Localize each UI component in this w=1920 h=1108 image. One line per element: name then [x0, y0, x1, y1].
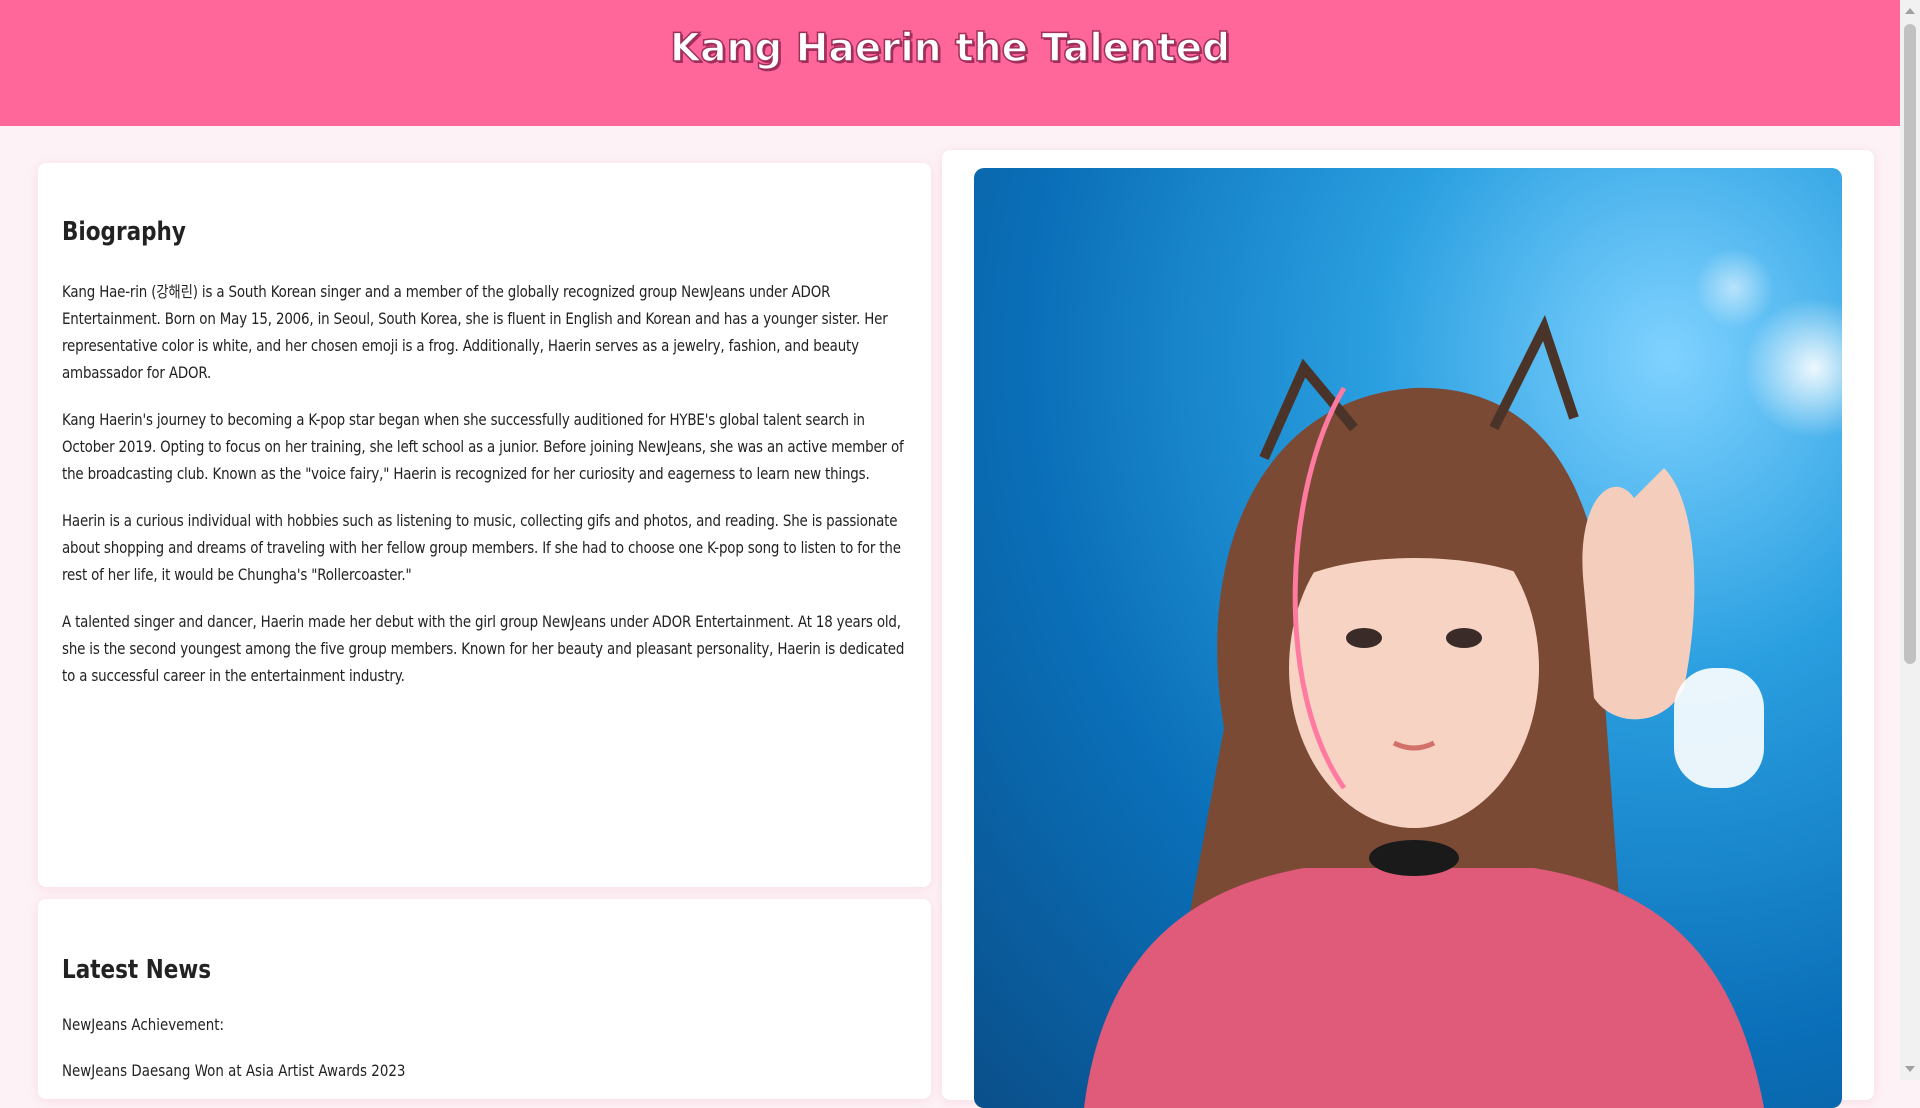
photo-image-icon	[1084, 248, 1842, 1108]
profile-photo	[974, 168, 1842, 1108]
latest-news-heading: Latest News	[62, 955, 212, 985]
fur-cuff	[1674, 668, 1764, 788]
biography-paragraph: Kang Hae-rin (강해린) is a South Korean sin…	[62, 283, 888, 382]
biography-paragraph: Haerin is a curious individual with hobb…	[62, 512, 901, 584]
biography-paragraph: A talented singer and dancer, Haerin mad…	[62, 613, 905, 685]
eye-right	[1446, 628, 1482, 648]
news-item: NewJeans Daesang Won at Asia Artist Awar…	[62, 1062, 406, 1080]
scroll-down-arrow-icon[interactable]	[1905, 1066, 1915, 1072]
site-title: Kang Haerin the Talented	[669, 26, 1231, 73]
eye-left	[1346, 628, 1382, 648]
light-bokeh	[1694, 248, 1774, 328]
hand-shape	[1582, 468, 1695, 720]
biography-text: Kang Hae-rin (강해린) is a South Korean sin…	[62, 279, 912, 710]
choker-bow	[1369, 840, 1459, 876]
scroll-up-arrow-icon[interactable]	[1905, 8, 1915, 14]
latest-news-card: Latest News NewJeans Achievement: NewJea…	[38, 899, 931, 1099]
jacket-shape	[1084, 868, 1764, 1108]
cat-ear-right	[1489, 314, 1579, 431]
biography-card: Biography Kang Hae-rin (강해린) is a South …	[38, 163, 931, 887]
site-header: Kang Haerin the Talented	[0, 0, 1900, 126]
page-scrollbar[interactable]	[1900, 0, 1920, 1080]
scrollbar-thumb[interactable]	[1904, 24, 1916, 664]
biography-heading: Biography	[62, 217, 186, 247]
photo-card	[942, 150, 1874, 1108]
biography-paragraph: Kang Haerin's journey to becoming a K-po…	[62, 411, 904, 483]
news-label: NewJeans Achievement:	[62, 1016, 224, 1034]
